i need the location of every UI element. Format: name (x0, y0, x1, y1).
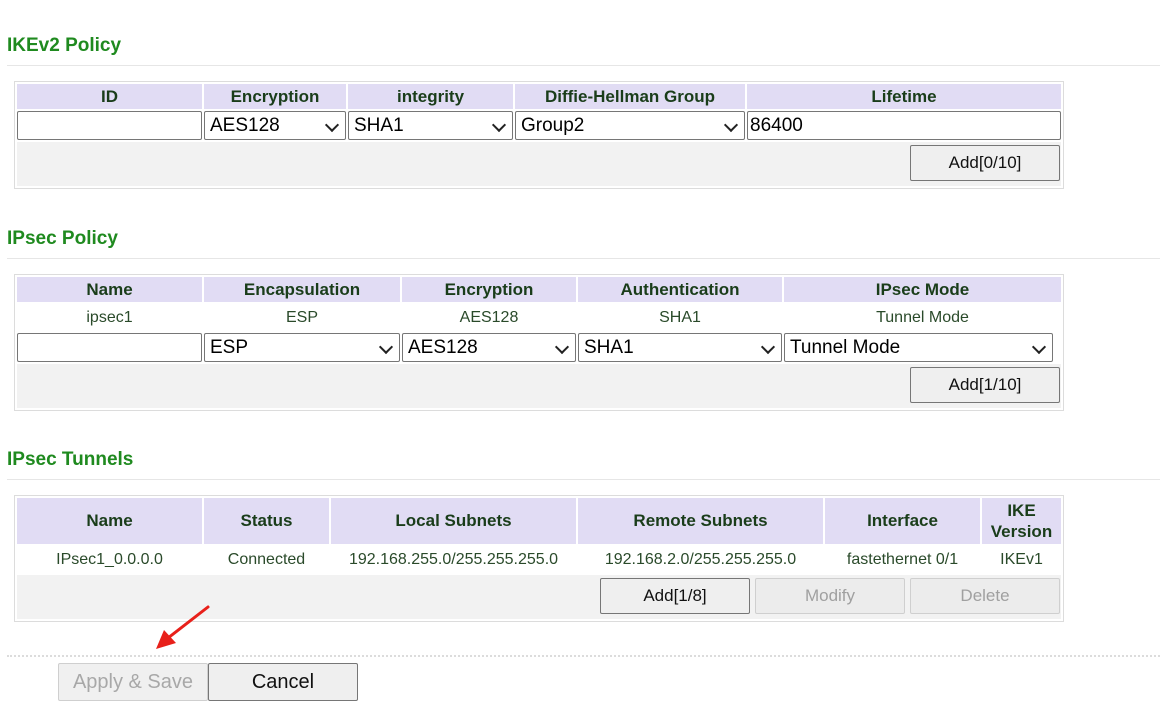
policy-name-cell: ipsec1 (86, 308, 133, 326)
tunnel-interface-cell: fastethernet 0/1 (846, 550, 959, 568)
ipsec-policy-table: Name Encapsulation Encryption Authentica… (15, 275, 1063, 364)
cancel-button[interactable]: Cancel (208, 663, 358, 701)
ipsec-mode-select[interactable]: Tunnel Mode (784, 333, 1053, 362)
policy-encryption-cell: AES128 (459, 308, 519, 326)
table-row[interactable]: IPsec1_0.0.0.0 Connected 192.168.255.0/2… (17, 546, 1061, 573)
column-header-name: Name (17, 277, 202, 302)
chevron-down-icon (760, 339, 776, 355)
ikev2-encryption-select[interactable]: AES128 (204, 111, 346, 140)
column-header-encryption: Encryption (204, 84, 346, 109)
column-header-encryption: Encryption (402, 277, 576, 302)
column-header-interface: Interface (825, 498, 980, 544)
column-header-local-subnets: Local Subnets (331, 498, 576, 544)
ipsec-policy-panel: Name Encapsulation Encryption Authentica… (14, 274, 1064, 411)
column-header-remote-subnets: Remote Subnets (578, 498, 823, 544)
ipsec-authentication-select[interactable]: SHA1 (578, 333, 782, 362)
tunnel-modify-button[interactable]: Modify (755, 578, 905, 614)
tunnel-name-cell: IPsec1_0.0.0.0 (56, 550, 163, 568)
column-header-ike-version: IKE Version (982, 498, 1061, 544)
ikev2-policy-panel: ID Encryption integrity Diffie-Hellman G… (14, 81, 1064, 189)
selected-value: AES128 (210, 115, 280, 136)
ikev2-integrity-select[interactable]: SHA1 (348, 111, 513, 140)
ipsec-policy-form-row: ESP AES128 SHA1 Tunnel Mode (17, 333, 1061, 362)
ikev2-section-divider (7, 65, 1160, 66)
column-header-status: Status (204, 498, 329, 544)
ikev2-button-bar: Add[0/10] (17, 142, 1061, 186)
ikev2-policy-title: IKEv2 Policy (7, 35, 122, 56)
tunnel-status-cell: Connected (227, 550, 306, 568)
ikev2-add-button[interactable]: Add[0/10] (910, 145, 1060, 181)
table-row[interactable]: ipsec1 ESP AES128 SHA1 Tunnel Mode (17, 304, 1061, 331)
column-header-dh-group: Diffie-Hellman Group (515, 84, 745, 109)
policy-authentication-cell: SHA1 (659, 308, 701, 326)
ipsec-policy-section-divider (7, 258, 1160, 259)
ipsec-tunnels-title: IPsec Tunnels (7, 449, 134, 470)
ipsec-encapsulation-select[interactable]: ESP (204, 333, 400, 362)
ipsec-policy-title: IPsec Policy (7, 228, 118, 249)
tunnel-remote-subnets-cell: 192.168.2.0/255.255.255.0 (604, 550, 797, 568)
ipsec-tunnels-table: Name Status Local Subnets Remote Subnets… (15, 496, 1063, 575)
column-header-encapsulation: Encapsulation (204, 277, 400, 302)
chevron-down-icon (378, 339, 394, 355)
tunnel-local-subnets-cell: 192.168.255.0/255.255.255.0 (348, 550, 559, 568)
annotation-arrow-icon (156, 605, 210, 649)
column-header-id: ID (17, 84, 202, 109)
column-header-integrity: integrity (348, 84, 513, 109)
ikev2-form-row: AES128 SHA1 Group2 (17, 111, 1061, 140)
ipsec-tunnels-section-divider (7, 479, 1160, 480)
ikev2-policy-table: ID Encryption integrity Diffie-Hellman G… (15, 82, 1063, 142)
table-header-row: ID Encryption integrity Diffie-Hellman G… (17, 84, 1061, 109)
selected-value: SHA1 (354, 115, 404, 136)
column-header-lifetime: Lifetime (747, 84, 1061, 109)
column-header-authentication: Authentication (578, 277, 782, 302)
apply-save-button[interactable]: Apply & Save (58, 663, 208, 701)
selected-value: Tunnel Mode (790, 337, 901, 358)
ipsec-policy-button-bar: Add[1/10] (17, 364, 1061, 408)
chevron-down-icon (1031, 339, 1047, 355)
chevron-down-icon (554, 339, 570, 355)
ikev2-lifetime-input[interactable] (747, 111, 1061, 140)
chevron-down-icon (491, 117, 507, 133)
tunnel-delete-button[interactable]: Delete (910, 578, 1060, 614)
ipsec-policy-name-input[interactable] (17, 333, 202, 362)
column-header-name: Name (17, 498, 202, 544)
table-header-row: Name Status Local Subnets Remote Subnets… (17, 498, 1061, 544)
selected-value: ESP (210, 337, 249, 358)
ipsec-encryption-select[interactable]: AES128 (402, 333, 576, 362)
selected-value: AES128 (408, 337, 478, 358)
ikev2-dh-group-select[interactable]: Group2 (515, 111, 745, 140)
table-header-row: Name Encapsulation Encryption Authentica… (17, 277, 1061, 302)
ikev2-id-input[interactable] (17, 111, 202, 140)
chevron-down-icon (723, 117, 739, 133)
chevron-down-icon (324, 117, 340, 133)
selected-value: Group2 (521, 115, 585, 136)
column-header-ipsec-mode: IPsec Mode (784, 277, 1061, 302)
selected-value: SHA1 (584, 337, 634, 358)
policy-mode-cell: Tunnel Mode (876, 308, 969, 326)
policy-encapsulation-cell: ESP (285, 308, 318, 326)
tunnel-ike-version-cell: IKEv1 (1000, 550, 1043, 568)
tunnel-add-button[interactable]: Add[1/8] (600, 578, 750, 614)
ipsec-policy-add-button[interactable]: Add[1/10] (910, 367, 1060, 403)
